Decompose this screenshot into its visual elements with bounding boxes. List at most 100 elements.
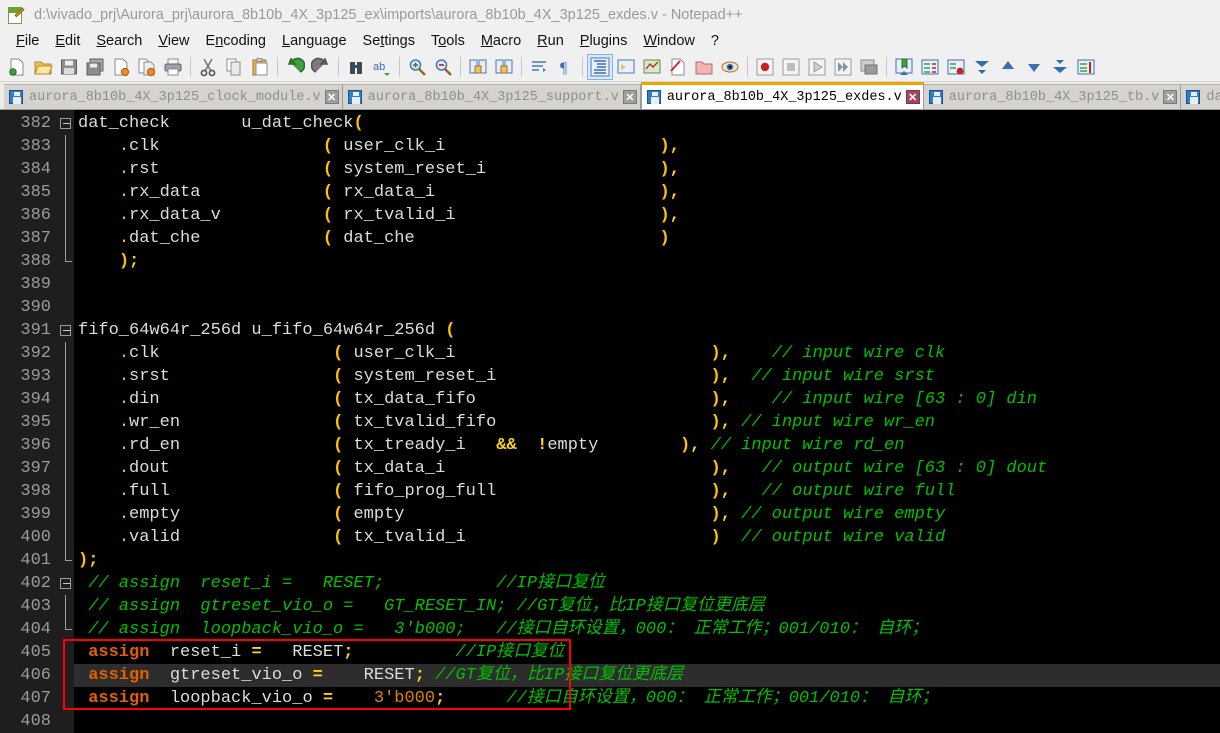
code-line[interactable]: );: [74, 250, 1220, 273]
editor-tab-1[interactable]: aurora_8b10b_4X_3p125_support.v ✕: [342, 84, 641, 109]
code-line[interactable]: fifo_64w64r_256d u_fifo_64w64r_256d (: [74, 319, 1220, 342]
code-folding-margin[interactable]: [58, 110, 74, 733]
toolbar-button-word-wrap[interactable]: [526, 54, 552, 80]
code-line[interactable]: .rd_en ( tx_tready_i && !empty ), // inp…: [74, 434, 1220, 457]
menu-item-settings[interactable]: Settings: [355, 31, 423, 51]
code-line[interactable]: .dout ( tx_data_i ), // output wire [63 …: [74, 457, 1220, 480]
editor-tab-0[interactable]: aurora_8b10b_4X_3p125_clock_module.v ✕: [4, 84, 343, 109]
menu-item-plugins[interactable]: Plugins: [572, 31, 636, 51]
code-line[interactable]: assign gtreset_vio_o = RESET; //GT复位，比IP…: [74, 664, 1220, 687]
code-line[interactable]: .dat_che ( dat_che ): [74, 227, 1220, 250]
toolbar-button-save-all[interactable]: [82, 54, 108, 80]
toolbar-button-macro-record[interactable]: [752, 54, 778, 80]
code-line[interactable]: .rx_data ( rx_data_i ),: [74, 181, 1220, 204]
menu-item-edit[interactable]: Edit: [47, 31, 88, 51]
code-token: 3'b000: [373, 689, 436, 708]
toolbar-button-macro-stop[interactable]: [778, 54, 804, 80]
code-line[interactable]: [74, 273, 1220, 296]
code-line[interactable]: [74, 710, 1220, 733]
code-text-area[interactable]: dat_check u_dat_check( .clk ( user_clk_i…: [74, 110, 1220, 733]
code-line[interactable]: .rx_data_v ( rx_tvalid_i ),: [74, 204, 1220, 227]
code-token: ): [659, 229, 670, 248]
code-line[interactable]: );: [74, 549, 1220, 572]
toolbar-button-redo[interactable]: [308, 54, 334, 80]
code-line[interactable]: .srst ( system_reset_i ), // input wire …: [74, 365, 1220, 388]
toolbar-button-move-down[interactable]: [1021, 54, 1047, 80]
code-line[interactable]: [74, 296, 1220, 319]
editor-tab-3[interactable]: aurora_8b10b_4X_3p125_tb.v ✕: [923, 84, 1182, 109]
toolbar-button-print[interactable]: [160, 54, 186, 80]
code-line[interactable]: // assign loopback_vio_o = 3'b000; //接口自…: [74, 618, 1220, 641]
toolbar-button-zoom-in[interactable]: [404, 54, 430, 80]
line-number: 394: [20, 390, 51, 409]
tab-close-button[interactable]: ✕: [905, 90, 920, 104]
fold-marker-402[interactable]: [58, 572, 74, 595]
line-number: 396: [20, 436, 51, 455]
toolbar-button-folder-as-workspace[interactable]: [691, 54, 717, 80]
toolbar-button-save[interactable]: [56, 54, 82, 80]
menu-item-[interactable]: ?: [703, 31, 727, 51]
toolbar-button-show-all-chars[interactable]: ¶: [552, 54, 578, 80]
menu-item-window[interactable]: Window: [635, 31, 703, 51]
code-line[interactable]: assign reset_i = RESET; //IP接口复位: [74, 641, 1220, 664]
toolbar-button-indent-guide[interactable]: [587, 53, 613, 80]
fold-marker-382[interactable]: [58, 112, 74, 135]
menu-item-encoding[interactable]: Encoding: [198, 31, 274, 51]
code-line[interactable]: .rst ( system_reset_i ),: [74, 158, 1220, 181]
fold-marker-391[interactable]: [58, 319, 74, 342]
toolbar-button-sort-descending[interactable]: [1047, 54, 1073, 80]
toolbar-button-close-all[interactable]: [134, 54, 160, 80]
toolbar-button-user-defined-language[interactable]: [613, 54, 639, 80]
toolbar-button-remove-empty-lines[interactable]: [917, 54, 943, 80]
code-line[interactable]: // assign reset_i = RESET; //IP接口复位: [74, 572, 1220, 595]
toolbar-button-undo[interactable]: [282, 54, 308, 80]
toolbar-button-document-map[interactable]: [639, 54, 665, 80]
toolbar-button-cut[interactable]: [195, 54, 221, 80]
toolbar-button-monitoring[interactable]: [717, 54, 743, 80]
code-line[interactable]: assign loopback_vio_o = 3'b000; //接口自环设置…: [74, 687, 1220, 710]
toolbar-button-paste[interactable]: [247, 54, 273, 80]
toolbar-button-sync-vertical-scroll[interactable]: [465, 54, 491, 80]
toolbar-button-function-list[interactable]: [665, 54, 691, 80]
code-editor[interactable]: 382 383 384 385 386 387 388 389 390 391 392 393 394 3…: [0, 110, 1220, 733]
toolbar-button-move-up[interactable]: [995, 54, 1021, 80]
menu-item-search[interactable]: Search: [88, 31, 150, 51]
toolbar-button-column-editor[interactable]: [1073, 54, 1099, 80]
toolbar-button-close-file[interactable]: [108, 54, 134, 80]
toolbar-button-replace[interactable]: ab: [369, 54, 395, 80]
tab-close-button[interactable]: ✕: [1163, 90, 1178, 104]
toolbar-button-macro-save[interactable]: [856, 54, 882, 80]
toolbar-button-sync-horizontal-scroll[interactable]: [491, 54, 517, 80]
toolbar-button-new-file[interactable]: [4, 54, 30, 80]
toolbar-button-bookmark[interactable]: [891, 54, 917, 80]
menu-item-view[interactable]: View: [150, 31, 197, 51]
toolbar-button-open-file[interactable]: [30, 54, 56, 80]
menu-item-run[interactable]: Run: [529, 31, 572, 51]
toolbar-button-macro-play-multiple[interactable]: [830, 54, 856, 80]
code-line[interactable]: .clk ( user_clk_i ), // input wire clk: [74, 342, 1220, 365]
menu-item-macro[interactable]: Macro: [473, 31, 529, 51]
toolbar-button-remove-duplicate-lines[interactable]: [943, 54, 969, 80]
menu-item-language[interactable]: Language: [274, 31, 355, 51]
code-line[interactable]: .wr_en ( tx_tvalid_fifo ), // input wire…: [74, 411, 1220, 434]
code-line[interactable]: .clk ( user_clk_i ),: [74, 135, 1220, 158]
code-line[interactable]: .valid ( tx_tvalid_i ) // output wire va…: [74, 526, 1220, 549]
tab-close-button[interactable]: ✕: [622, 90, 637, 104]
tab-close-button[interactable]: ✕: [324, 90, 339, 104]
code-line[interactable]: .din ( tx_data_fifo ), // input wire [63…: [74, 388, 1220, 411]
code-line[interactable]: .empty ( empty ), // output wire empty: [74, 503, 1220, 526]
editor-tab-2[interactable]: aurora_8b10b_4X_3p125_exdes.v ✕: [640, 82, 924, 109]
code-line[interactable]: dat_check u_dat_check(: [74, 112, 1220, 135]
menu-item-tools[interactable]: Tools: [423, 31, 473, 51]
code-line[interactable]: .full ( fifo_prog_full ), // output wire…: [74, 480, 1220, 503]
toolbar-button-macro-play[interactable]: [804, 54, 830, 80]
code-token: ;: [414, 666, 425, 685]
menu-item-file[interactable]: File: [8, 31, 47, 51]
toolbar-button-zoom-out[interactable]: [430, 54, 456, 80]
toolbar-button-find[interactable]: [343, 54, 369, 80]
editor-tab-4[interactable]: da: [1181, 84, 1220, 109]
toolbar-button-copy[interactable]: [221, 54, 247, 80]
code-line[interactable]: // assign gtreset_vio_o = GT_RESET_IN; /…: [74, 595, 1220, 618]
floppy-disk-icon: [9, 90, 23, 104]
toolbar-button-sort-ascending[interactable]: [969, 54, 995, 80]
